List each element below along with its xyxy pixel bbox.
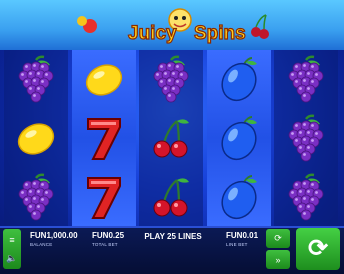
reel-area	[4, 50, 340, 226]
balance-value: FUN1,000.00	[30, 231, 78, 240]
seven-symbol-icon	[72, 109, 136, 167]
spin-button[interactable]: ⟳	[296, 228, 340, 270]
line-bet-value: FUN0.01	[226, 231, 259, 240]
title-right: Spins	[194, 23, 246, 44]
fast-forward-icon: »	[275, 254, 281, 265]
balance-display: FUN1,000.00 BALANCE	[30, 231, 78, 247]
plum-symbol-icon	[207, 50, 271, 108]
seven-symbol-icon	[72, 168, 136, 226]
autoplay-icon: ⟳	[274, 233, 282, 243]
total-bet-label: TOTAL BET	[92, 242, 118, 247]
grapes-symbol-icon	[4, 168, 68, 226]
reel-5	[274, 50, 338, 226]
juicy-spins-logo-icon: Juicy Spins	[77, 8, 269, 45]
reel-2	[71, 50, 136, 226]
total-bet-display[interactable]: FUN0.25 TOTAL BET	[92, 231, 124, 247]
title-left: Juicy	[128, 23, 177, 44]
grapes-symbol-icon	[274, 168, 338, 226]
line-bet-display[interactable]: FUN0.01 LINE BET	[226, 231, 258, 247]
menu-button[interactable]: ≡ 🔈	[3, 229, 21, 269]
play-lines-button[interactable]: PLAY 25 LINES	[140, 232, 206, 246]
grapes-symbol-icon	[274, 50, 338, 108]
cherries-symbol-icon	[139, 168, 203, 226]
speaker-icon[interactable]: 🔈	[6, 253, 17, 263]
reel-1	[4, 50, 68, 226]
cherries-symbol-icon	[139, 109, 203, 167]
balance-label: BALANCE	[30, 242, 53, 247]
grapes-symbol-icon	[4, 50, 68, 108]
line-bet-label: LINE BET	[226, 242, 248, 247]
grapes-symbol-icon	[139, 50, 203, 108]
fast-forward-button[interactable]: »	[266, 250, 290, 269]
grapes-symbol-icon	[274, 109, 338, 167]
spin-arrow-icon: ⟳	[307, 235, 329, 262]
menu-icon: ≡	[9, 234, 15, 245]
reel-4	[206, 50, 271, 226]
plum-symbol-icon	[207, 168, 271, 226]
lemon-symbol-icon	[72, 50, 136, 108]
total-bet-value: FUN0.25	[92, 231, 125, 240]
reel-3	[139, 50, 203, 226]
game-logo: Juicy Spins	[70, 6, 274, 48]
autoplay-button[interactable]: ⟳	[266, 229, 290, 248]
plum-symbol-icon	[207, 109, 271, 167]
slot-game-screen: Juicy Spins ≡ 🔈 FUN1,000.00 BALANCE FUN0…	[0, 0, 344, 274]
lemon-symbol-icon	[4, 109, 68, 167]
